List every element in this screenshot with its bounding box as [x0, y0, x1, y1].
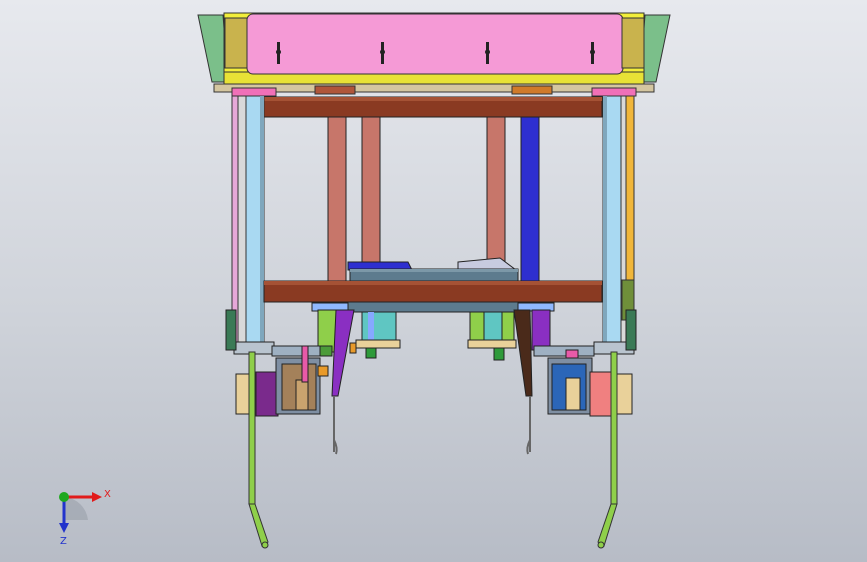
x-axis-label: X: [104, 489, 111, 500]
z-axis-label: Z: [60, 536, 67, 547]
right-green-cylinder: [531, 309, 551, 351]
right-pink-block: [589, 371, 613, 417]
coordinate-triad[interactable]: X Z: [59, 489, 111, 547]
right-corner-block: [621, 17, 645, 69]
post-salmon-1: [327, 116, 347, 283]
center-mount-left: [314, 85, 356, 95]
left-purple-block: [255, 371, 279, 417]
mount-strip: [213, 83, 655, 93]
upper-crossbeam-highlight: [264, 97, 602, 101]
post-salmon-2: [361, 116, 381, 283]
left-corner-block: [224, 17, 248, 69]
vertical-posts: [327, 116, 540, 283]
y-axis-dot: [59, 492, 69, 502]
post-salmon-3: [486, 116, 506, 283]
right-brown-wedge: [513, 309, 533, 397]
left-teal-cylinder: [361, 311, 397, 343]
pink-top-plate: [246, 13, 624, 75]
post-blue: [520, 116, 540, 283]
top-assembly: [197, 12, 671, 97]
grey-plate-lower: [347, 301, 519, 313]
left-mount-pink: [231, 87, 277, 97]
right-side-rails: [602, 95, 635, 347]
right-mount-pink: [591, 87, 637, 97]
gripper-assembly-drawing: X Z: [59, 12, 671, 549]
cad-viewport[interactable]: X Z: [0, 0, 867, 562]
left-side-rails: [231, 95, 265, 347]
center-mount-right: [511, 85, 553, 95]
